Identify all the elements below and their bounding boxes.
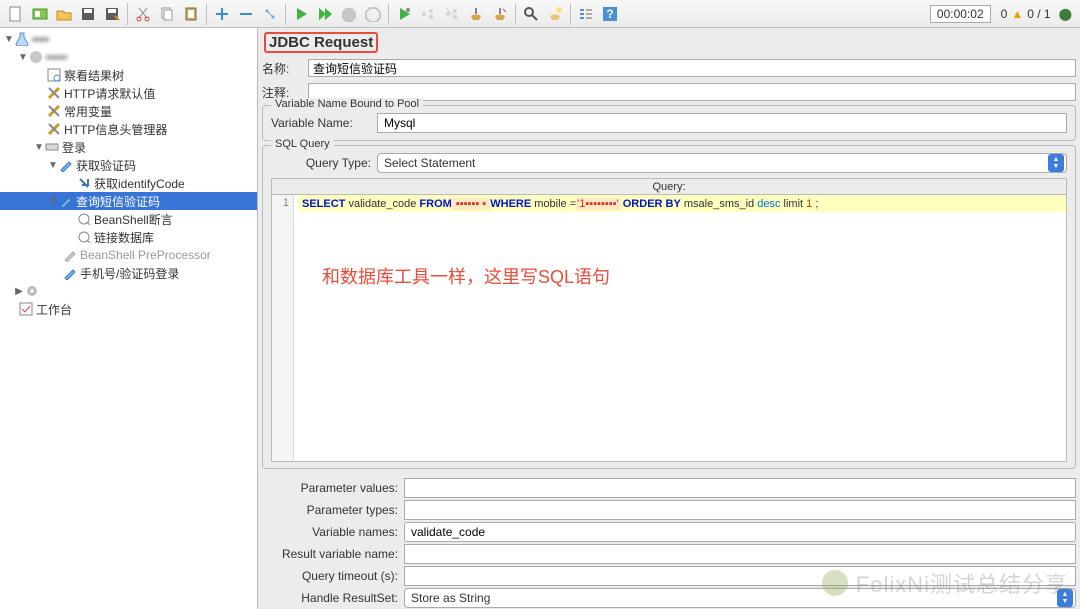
tree-item[interactable]: 链接数据库 — [0, 228, 257, 246]
query-type-label: Query Type: — [271, 156, 371, 170]
query-timeout-input[interactable] — [404, 566, 1076, 586]
tree-item[interactable]: 察看结果树 — [0, 66, 257, 84]
sampler-icon — [62, 265, 78, 281]
comment-input[interactable] — [308, 83, 1076, 101]
results-tree-icon — [46, 67, 62, 83]
stop-button[interactable] — [338, 3, 360, 25]
clear-button[interactable] — [465, 3, 487, 25]
tree-item-disabled[interactable]: BeanShell PreProcessor — [0, 246, 257, 264]
thread-icon — [28, 49, 44, 65]
collapse-button[interactable] — [235, 3, 257, 25]
search-button[interactable] — [520, 3, 542, 25]
tree-thread-group[interactable]: ▼▪▪▪▪▪ — [0, 48, 257, 66]
clear-all-button[interactable] — [489, 3, 511, 25]
variable-names-input[interactable] — [404, 522, 1076, 542]
toggle-button[interactable] — [259, 3, 281, 25]
copy-button[interactable] — [156, 3, 178, 25]
warning-icon: ▲ — [1011, 7, 1023, 21]
remote-stop-button[interactable] — [441, 3, 463, 25]
controller-icon — [44, 139, 60, 155]
tree-workbench[interactable]: 工作台 — [0, 300, 257, 318]
handle-resultset-select[interactable]: Store as String ▲▼ — [404, 588, 1076, 608]
pool-group: Variable Name Bound to Pool Variable Nam… — [262, 105, 1076, 141]
param-values-label: Parameter values: — [262, 481, 398, 495]
sql-editor[interactable]: 1 SELECT validate_code FROM ▪▪▪▪▪▪ ▪ WHE… — [271, 194, 1067, 462]
save-button[interactable] — [77, 3, 99, 25]
expand-button[interactable] — [211, 3, 233, 25]
open-button[interactable] — [53, 3, 75, 25]
tree-item[interactable]: BeanShell断言 — [0, 210, 257, 228]
assertion-icon — [76, 229, 92, 245]
config-icon — [46, 121, 62, 137]
paste-button[interactable] — [180, 3, 202, 25]
tree-sampler[interactable]: 手机号/验证码登录 — [0, 264, 257, 282]
tree-item[interactable]: 常用变量 — [0, 102, 257, 120]
param-types-label: Parameter types: — [262, 503, 398, 517]
tree-item[interactable]: 获取identifyCode — [0, 174, 257, 192]
config-icon — [46, 103, 62, 119]
sql-group: SQL Query Query Type: Select Statement ▲… — [262, 145, 1076, 469]
sql-group-title: SQL Query — [271, 138, 334, 150]
reset-search-button[interactable] — [544, 3, 566, 25]
pool-group-title: Variable Name Bound to Pool — [271, 98, 423, 110]
variable-name-label: Variable Name: — [271, 116, 371, 130]
save-as-button[interactable] — [101, 3, 123, 25]
panel-title: JDBC Request — [264, 32, 378, 53]
content-panel: JDBC Request 名称: 注释: Variable Name Bound… — [258, 28, 1080, 609]
assertion-icon — [76, 211, 92, 227]
sampler-icon — [58, 193, 74, 209]
bottom-fields: Parameter values: Parameter types: Varia… — [262, 477, 1076, 609]
variable-name-input[interactable] — [377, 113, 1067, 133]
workbench-icon — [18, 301, 34, 317]
name-input[interactable] — [308, 59, 1076, 77]
errors-count: 0 — [1001, 7, 1008, 21]
shutdown-button[interactable] — [362, 3, 384, 25]
sql-annotation: 和数据库工具一样，这里写SQL语句 — [322, 263, 610, 289]
sql-text[interactable]: SELECT validate_code FROM ▪▪▪▪▪▪ ▪ WHERE… — [298, 195, 1066, 212]
tree-controller[interactable]: ▼登录 — [0, 138, 257, 156]
main-toolbar: ? 00:00:02 0 ▲ 0 / 1 ⬤ — [0, 0, 1080, 28]
query-header: Query: — [271, 178, 1067, 194]
new-button[interactable] — [5, 3, 27, 25]
param-types-input[interactable] — [404, 500, 1076, 520]
svg-text:?: ? — [606, 7, 613, 21]
test-plan-tree[interactable]: ▼▪▪▪▪ ▼▪▪▪▪▪ 察看结果树 HTTP请求默认值 常用变量 HTTP信息… — [0, 28, 258, 609]
remote-start-all-button[interactable] — [417, 3, 439, 25]
preprocessor-icon — [62, 247, 78, 263]
help-button[interactable]: ? — [599, 3, 621, 25]
templates-button[interactable] — [29, 3, 51, 25]
extractor-icon — [76, 175, 92, 191]
run-button[interactable] — [290, 3, 312, 25]
remote-start-button[interactable] — [393, 3, 415, 25]
sampler-icon — [58, 157, 74, 173]
variable-names-label: Variable names: — [262, 525, 398, 539]
tree-sampler-selected[interactable]: ▼查询短信验证码 — [0, 192, 257, 210]
select-arrows-icon: ▲▼ — [1048, 154, 1064, 172]
thread-icon: ⬤ — [1059, 7, 1072, 21]
param-values-input[interactable] — [404, 478, 1076, 498]
query-type-select[interactable]: Select Statement ▲▼ — [377, 153, 1067, 173]
tree-item[interactable]: HTTP请求默认值 — [0, 84, 257, 102]
tree-sampler[interactable]: ▼获取验证码 — [0, 156, 257, 174]
run-no-pause-button[interactable] — [314, 3, 336, 25]
gear-icon — [24, 283, 40, 299]
result-variable-label: Result variable name: — [262, 547, 398, 561]
tree-item[interactable]: ▶ — [0, 282, 257, 300]
result-variable-input[interactable] — [404, 544, 1076, 564]
tree-item[interactable]: HTTP信息头管理器 — [0, 120, 257, 138]
query-timeout-label: Query timeout (s): — [262, 569, 398, 583]
config-icon — [46, 85, 62, 101]
cut-button[interactable] — [132, 3, 154, 25]
elapsed-time: 00:00:02 — [930, 5, 991, 23]
threads-count: 0 / 1 — [1027, 7, 1050, 21]
name-label: 名称: — [262, 60, 304, 77]
line-gutter: 1 — [272, 195, 294, 461]
tree-root[interactable]: ▼▪▪▪▪ — [0, 30, 257, 48]
function-helper-button[interactable] — [575, 3, 597, 25]
handle-resultset-label: Handle ResultSet: — [262, 591, 398, 605]
flask-icon — [14, 31, 30, 47]
select-arrows-icon: ▲▼ — [1057, 589, 1073, 607]
